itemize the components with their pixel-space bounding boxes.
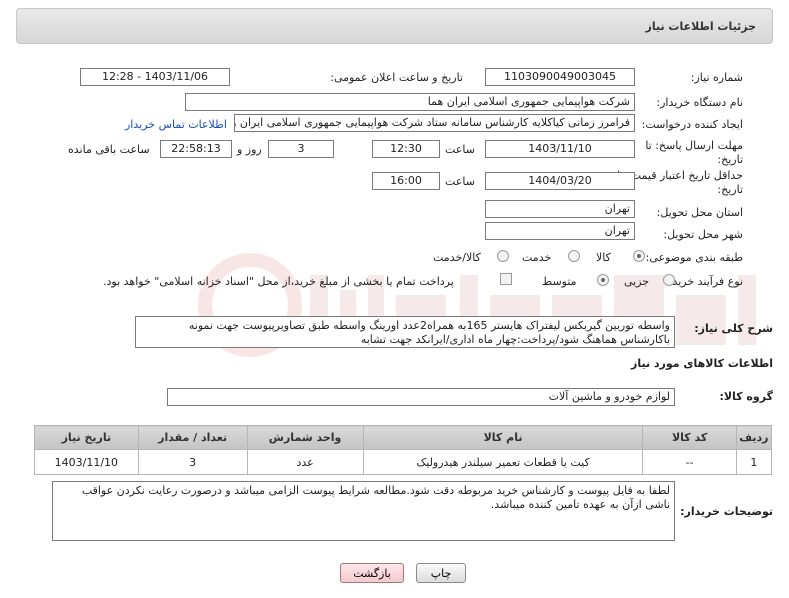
- deadline-time-label: ساعت: [445, 143, 475, 156]
- province-label: استان محل تحویل:: [656, 206, 743, 219]
- creator-field: فرامرز زمانی کیاکلایه کارشناس سامانه ستا…: [234, 114, 635, 132]
- days-remaining-field: 3: [268, 140, 334, 158]
- deadline-time-field: 12:30: [372, 140, 440, 158]
- validity-label: حداقل تاریخ اعتبار قیمت: تا: [617, 169, 743, 182]
- treasury-payment-note: پرداخت تمام یا بخشی از مبلغ خرید،از محل …: [103, 275, 454, 288]
- category-label: طبقه بندی موضوعی:: [645, 251, 743, 264]
- buyer-notes-text: لطفا به فایل پیوست و کارشناس خرید مربوطه…: [52, 481, 675, 541]
- need-number-field: 1103090049003045: [485, 68, 635, 86]
- items-table: ردیف کد کالا نام کالا واحد شمارش تعداد /…: [34, 425, 773, 475]
- validity-time-label: ساعت: [445, 175, 475, 188]
- cell-item-code: --: [642, 449, 737, 475]
- buyer-contact-link[interactable]: اطلاعات تماس خریدار: [125, 118, 227, 131]
- description-text: واسطه توربین گیربکس لیفتراک هایستر 165به…: [135, 316, 675, 348]
- col-quantity: تعداد / مقدار: [137, 425, 248, 450]
- category-radio-service[interactable]: [568, 250, 580, 262]
- col-item-code: کد کالا: [642, 425, 737, 450]
- process-option-minor: جزیی: [624, 275, 650, 288]
- deadline-label-date: تاریخ:: [717, 153, 743, 166]
- city-label: شهر محل تحویل:: [663, 228, 743, 241]
- category-option-goods-service: کالا/خدمت: [433, 251, 481, 264]
- description-label: شرح کلی نیاز:: [694, 322, 773, 335]
- deadline-label: مهلت ارسال پاسخ: تا: [645, 139, 743, 152]
- cell-item-name: کیت یا قطعات تعمیر سیلندر هیدرولیک: [362, 449, 644, 475]
- treasury-payment-checkbox[interactable]: [500, 273, 512, 285]
- col-unit: واحد شمارش: [246, 425, 364, 450]
- announce-date-label: تاریخ و ساعت اعلان عمومی:: [330, 71, 463, 84]
- buyer-notes-label: توضیحات خریدار:: [680, 505, 773, 518]
- buyer-org-label: نام دستگاه خریدار:: [656, 96, 743, 109]
- validity-time-field: 16:00: [372, 172, 440, 190]
- category-radio-goods-service[interactable]: [497, 250, 509, 262]
- goods-group-field: لوازم خودرو و ماشین آلات: [167, 388, 675, 406]
- deadline-date-field: 1403/11/10: [485, 140, 635, 158]
- city-field: تهران: [485, 222, 635, 240]
- remaining-time-label: ساعت باقی مانده: [68, 143, 150, 156]
- goods-section-title: اطلاعات کالاهای مورد نیاز: [631, 357, 773, 370]
- cell-quantity: 3: [137, 449, 248, 475]
- days-label: روز و: [237, 143, 262, 156]
- table-row: 1 -- کیت یا قطعات تعمیر سیلندر هیدرولیک …: [34, 449, 773, 475]
- details-panel-header: جزئیات اطلاعات نیاز: [16, 8, 773, 44]
- panel-title: جزئیات اطلاعات نیاز: [645, 20, 757, 33]
- category-option-goods: کالا: [596, 251, 611, 264]
- table-header-row: ردیف کد کالا نام کالا واحد شمارش تعداد /…: [34, 425, 773, 450]
- category-radio-goods[interactable]: [633, 250, 645, 262]
- process-option-medium: متوسط: [542, 275, 577, 288]
- process-radio-minor[interactable]: [663, 274, 675, 286]
- cell-need-date: 1403/11/10: [34, 449, 139, 475]
- goods-group-label: گروه کالا:: [719, 390, 773, 403]
- col-need-date: تاریخ نیاز: [34, 425, 139, 450]
- need-number-label: شماره نیاز:: [690, 71, 743, 84]
- cell-row-number: 1: [735, 449, 773, 475]
- process-radio-medium[interactable]: [597, 274, 609, 286]
- buyer-org-field: شرکت هواپیمایی جمهوری اسلامی ایران هما: [185, 93, 635, 111]
- validity-date-field: 1404/03/20: [485, 172, 635, 190]
- back-button[interactable]: بازگشت: [340, 563, 404, 583]
- col-row-number: ردیف: [735, 425, 773, 450]
- announce-date-field: 1403/11/06 - 12:28: [80, 68, 230, 86]
- province-field: تهران: [485, 200, 635, 218]
- validity-label-date: تاریخ:: [717, 183, 743, 196]
- cell-unit: عدد: [246, 449, 364, 475]
- remaining-time-field: 22:58:13: [160, 140, 232, 158]
- process-type-label: نوع فرآیند خرید :: [665, 275, 743, 288]
- col-item-name: نام کالا: [362, 425, 644, 450]
- creator-label: ایجاد کننده درخواست:: [641, 118, 743, 131]
- print-button[interactable]: چاپ: [416, 563, 466, 583]
- category-option-service: خدمت: [522, 251, 552, 264]
